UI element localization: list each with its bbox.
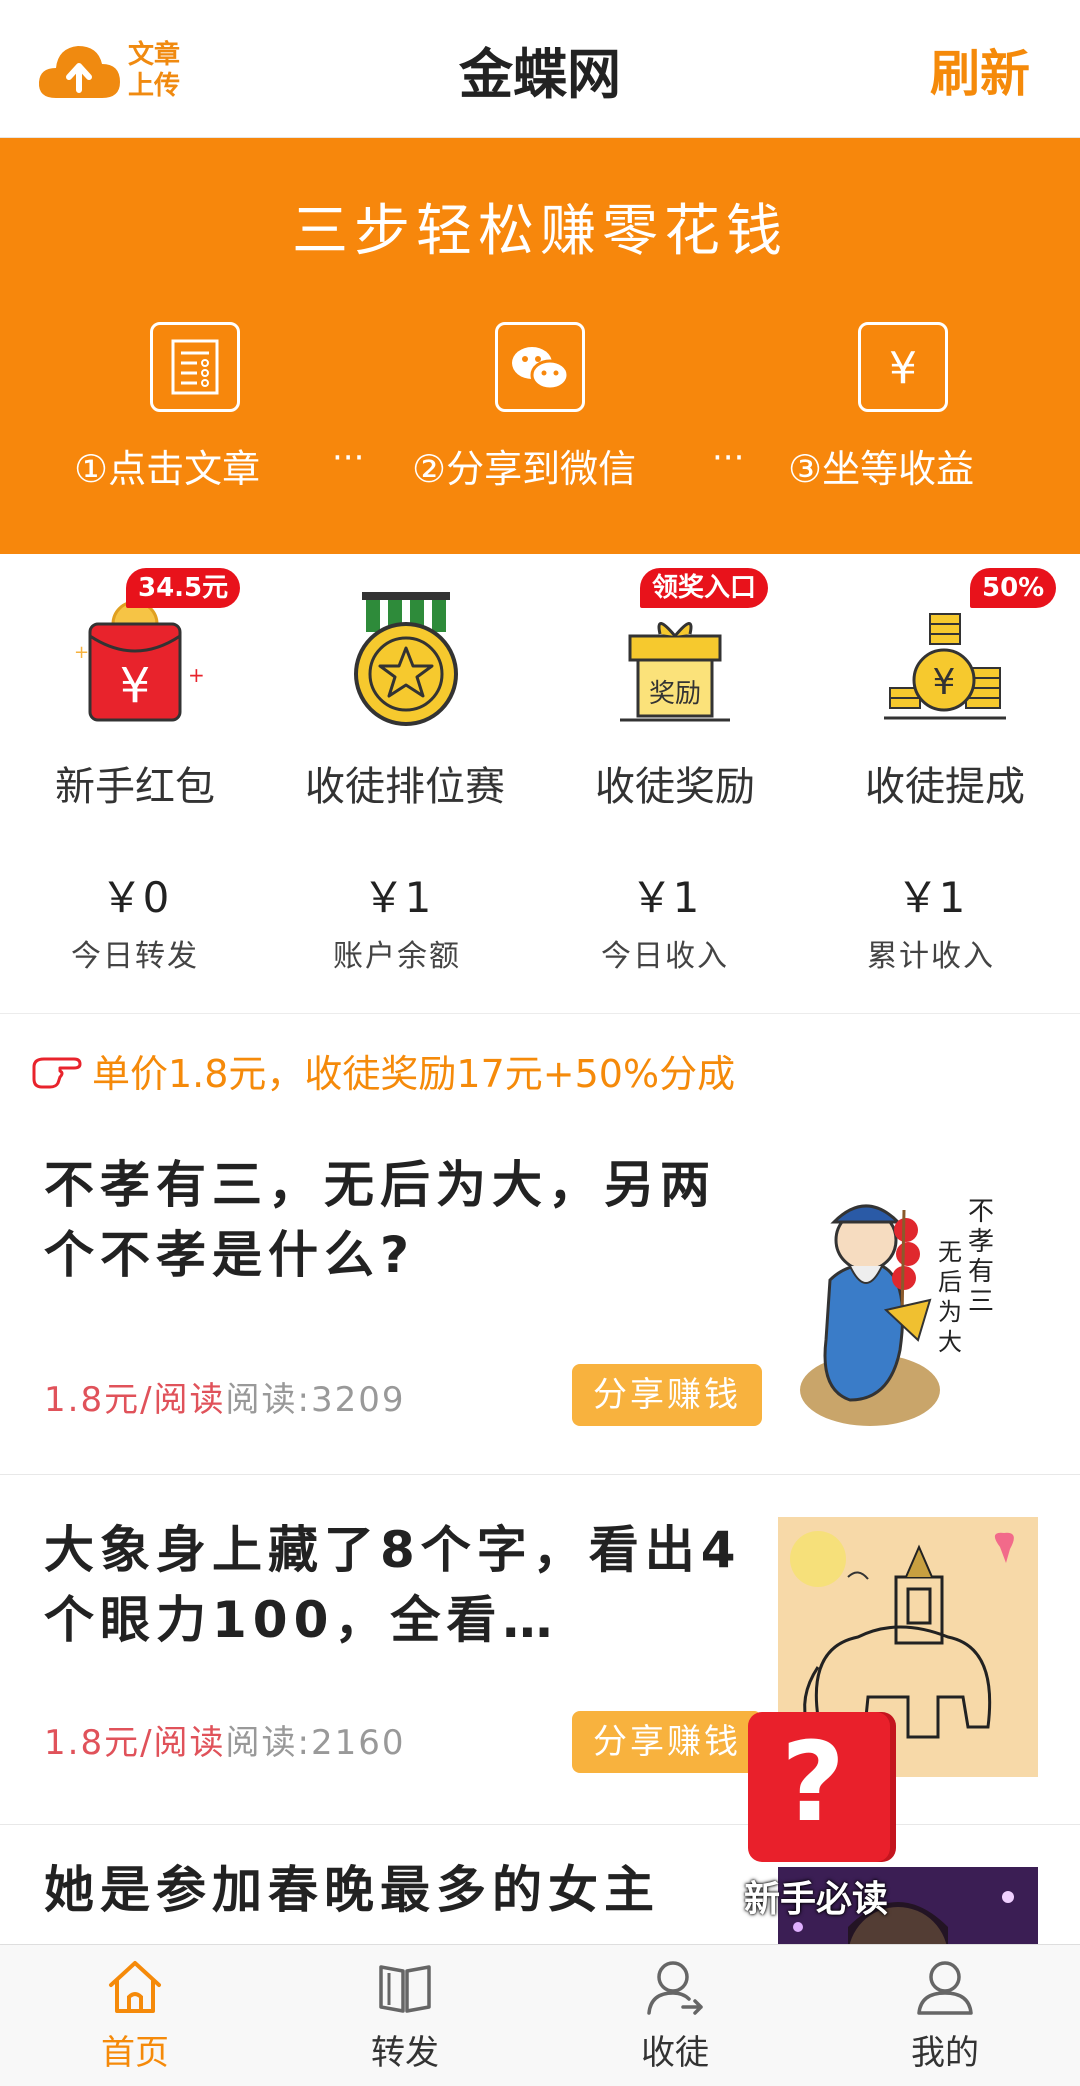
tab-apprentice[interactable]: 收徒	[540, 1955, 810, 2074]
feature-commission[interactable]: ¥ 50% 收徒提成	[810, 554, 1080, 824]
article-price: 1.8元/阅读阅读:2160	[44, 1715, 406, 1764]
share-earn-button[interactable]: 分享赚钱	[572, 1364, 762, 1426]
stat-amount: ￥1	[896, 873, 966, 922]
step-separator: ···	[712, 438, 745, 478]
tab-home[interactable]: 首页	[0, 1955, 270, 2074]
upload-label: 文章 上传	[128, 40, 181, 101]
refresh-button[interactable]: 刷新	[930, 34, 1030, 106]
svg-text:有: 有	[968, 1257, 994, 1287]
tab-forward[interactable]: 转发	[270, 1955, 540, 2074]
price-per-read: 1.8元/阅读	[44, 1723, 226, 1763]
cartoon-elder-image: 不 孝 有 三 无 后 为 大	[790, 1170, 1020, 1440]
feature-badge: 34.5元	[126, 568, 241, 608]
stat-label: 累计收入	[867, 939, 995, 974]
read-count: 阅读:2160	[225, 1723, 406, 1763]
yuan-icon: ¥	[858, 322, 948, 412]
stat-today-forward: ￥0 今日转发	[0, 864, 270, 975]
article-card[interactable]: 大象身上藏了8个字，看出4个眼力100，全看… 1.8元/阅读阅读:2160 分…	[0, 1475, 1080, 1825]
stat-label: 账户余额	[333, 939, 461, 974]
promo-text: 单价1.8元，收徒奖励17元+50%分成	[92, 1051, 736, 1096]
feature-apprentice-reward[interactable]: 奖励 领奖入口 收徒奖励	[540, 554, 810, 824]
article-title[interactable]: 大象身上藏了8个字，看出4个眼力100，全看…	[44, 1515, 744, 1655]
price-per-read: 1.8元/阅读	[44, 1380, 226, 1420]
svg-text:大: 大	[938, 1328, 962, 1356]
newbie-guide-label[interactable]: 新手必读	[744, 1870, 888, 1922]
tab-mine[interactable]: 我的	[810, 1955, 1080, 2074]
svg-text:后: 后	[938, 1268, 962, 1296]
feature-label: 收徒提成	[865, 764, 1025, 810]
tab-label: 收徒	[641, 2033, 709, 2073]
svg-text:¥: ¥	[889, 343, 917, 394]
share-earn-button[interactable]: 分享赚钱	[572, 1711, 762, 1773]
svg-text:奖励: 奖励	[649, 679, 701, 709]
banner-slogan: 三步轻松赚零花钱	[292, 199, 788, 264]
app-header: 文章 上传 金蝶网 刷新	[0, 0, 1080, 138]
wechat-icon	[495, 322, 585, 412]
feature-newbie-redpacket[interactable]: ¥ + + 34.5元 新手红包	[0, 554, 270, 824]
tab-label: 首页	[101, 2033, 169, 2073]
svg-text:为: 为	[938, 1298, 962, 1326]
feature-label: 收徒奖励	[595, 764, 755, 810]
bottom-nav: 首页 转发 收徒 我的	[0, 1944, 1080, 2086]
svg-text:无: 无	[938, 1238, 962, 1266]
question-icon: ?	[781, 1718, 845, 1846]
person-icon	[917, 1961, 973, 2015]
svg-text:+: +	[74, 642, 89, 663]
feature-label: 新手红包	[55, 764, 215, 810]
book-icon	[379, 1965, 431, 2013]
stat-label: 今日收入	[601, 939, 729, 974]
feature-grid: ¥ + + 34.5元 新手红包 收徒排位赛 奖励 领奖入口 收徒奖励 ¥ 50…	[0, 554, 1080, 1014]
article-card[interactable]: 不孝有三，无后为大，另两个不孝是什么? 1.8元/阅读阅读:3209 分享赚钱 …	[0, 1110, 1080, 1475]
svg-text:孝: 孝	[968, 1227, 994, 1257]
svg-text:三: 三	[968, 1287, 994, 1317]
cloud-upload-icon	[38, 46, 120, 98]
article-thumbnail: 不 孝 有 三 无 后 为 大	[790, 1170, 1020, 1440]
pointing-hand-icon	[32, 1057, 82, 1089]
step-share-wechat: ②分享到微信	[412, 447, 637, 491]
feature-ranking-contest[interactable]: 收徒排位赛	[270, 554, 540, 824]
user-share-icon	[647, 1961, 703, 2015]
tab-label: 我的	[911, 2033, 979, 2073]
stat-today-income: ￥1 今日收入	[530, 864, 800, 975]
stat-balance: ￥1 账户余额	[262, 864, 532, 975]
svg-text:+: +	[188, 663, 205, 687]
step-click-article: ①点击文章	[74, 447, 261, 491]
stat-label: 今日转发	[71, 939, 199, 974]
tab-label: 转发	[371, 2033, 439, 2073]
step-separator: ···	[332, 438, 365, 478]
article-title[interactable]: 她是参加春晚最多的女主	[44, 1855, 804, 1925]
svg-text:¥: ¥	[933, 662, 956, 703]
stat-total-income: ￥1 累计收入	[796, 864, 1066, 975]
medal-icon	[354, 592, 458, 726]
step-earn: ③坐等收益	[788, 447, 975, 491]
svg-text:¥: ¥	[120, 658, 151, 714]
feature-label: 收徒排位赛	[305, 764, 505, 810]
how-it-works-banner: 三步轻松赚零花钱 ¥ ①点击文章 ··· ②分享到微信 ··· ③坐等收益	[0, 138, 1080, 554]
feature-badge: 50%	[970, 568, 1057, 608]
svg-text:不: 不	[968, 1197, 994, 1227]
read-count: 阅读:3209	[225, 1380, 406, 1420]
article-title[interactable]: 不孝有三，无后为大，另两个不孝是什么?	[44, 1150, 744, 1290]
article-upload-button[interactable]: 文章 上传	[30, 32, 192, 110]
stat-amount: ￥1	[630, 873, 700, 922]
list-icon	[150, 322, 240, 412]
promo-notice[interactable]: 单价1.8元，收徒奖励17元+50%分成	[30, 1040, 735, 1100]
home-icon	[109, 1961, 161, 2013]
newbie-guide-button[interactable]: ?	[748, 1712, 890, 1862]
feature-badge: 领奖入口	[640, 568, 769, 608]
article-price: 1.8元/阅读阅读:3209	[44, 1372, 406, 1421]
stat-amount: ￥1	[362, 873, 432, 922]
stat-amount: ￥0	[100, 873, 170, 922]
